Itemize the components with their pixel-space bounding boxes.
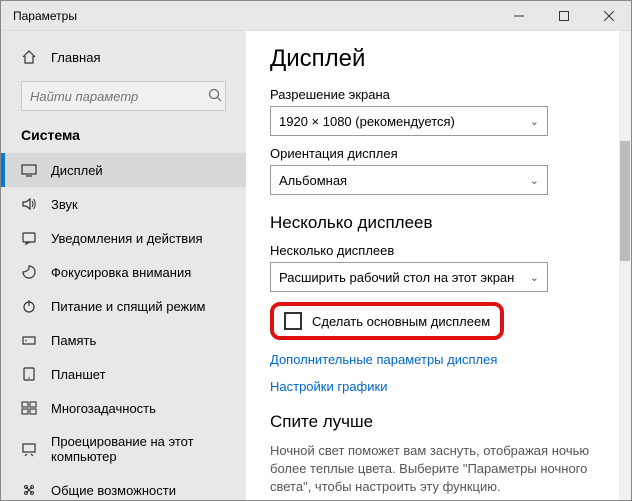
chevron-down-icon: ⌄: [530, 115, 539, 128]
search-box[interactable]: [21, 81, 226, 111]
window-title: Параметры: [1, 9, 496, 23]
nav-item-tablet[interactable]: Планшет: [1, 357, 246, 391]
make-primary-checkbox[interactable]: Сделать основным дисплеем: [274, 306, 500, 336]
orientation-dropdown[interactable]: Альбомная ⌄: [270, 165, 548, 195]
nav-label: Общие возможности: [51, 483, 176, 498]
titlebar: Параметры: [1, 1, 631, 31]
checkbox-icon: [284, 312, 302, 330]
graphics-settings-link[interactable]: Настройки графики: [270, 379, 607, 394]
sleep-heading: Спите лучше: [270, 412, 607, 432]
nav-label: Звук: [51, 197, 78, 212]
multitask-icon: [21, 400, 37, 416]
notifications-icon: [21, 230, 37, 246]
multi-heading: Несколько дисплеев: [270, 213, 607, 233]
nav-item-power[interactable]: Питание и спящий режим: [1, 289, 246, 323]
sleep-description: Ночной свет поможет вам заснуть, отображ…: [270, 442, 607, 497]
sidebar-heading: Система: [1, 125, 246, 153]
resolution-value: 1920 × 1080 (рекомендуется): [279, 114, 530, 129]
nav-item-display[interactable]: Дисплей: [1, 153, 246, 187]
nav-item-sound[interactable]: Звук: [1, 187, 246, 221]
projection-icon: [21, 441, 37, 457]
nav-label: Проецирование на этот компьютер: [51, 434, 226, 464]
nav-label: Питание и спящий режим: [51, 299, 205, 314]
chevron-down-icon: ⌄: [530, 174, 539, 187]
resolution-label: Разрешение экрана: [270, 87, 607, 102]
page-title: Дисплей: [270, 45, 607, 73]
minimize-button[interactable]: [496, 1, 541, 31]
make-primary-label: Сделать основным дисплеем: [312, 314, 490, 329]
nav-item-focus[interactable]: Фокусировка внимания: [1, 255, 246, 289]
display-icon: [21, 162, 37, 178]
search-input[interactable]: [30, 89, 208, 104]
highlight-box: Сделать основным дисплеем: [270, 302, 504, 340]
nav-label: Многозадачность: [51, 401, 156, 416]
multi-label: Несколько дисплеев: [270, 243, 607, 258]
nav-label: Уведомления и действия: [51, 231, 203, 246]
scrollbar-thumb[interactable]: [620, 141, 630, 261]
tablet-icon: [21, 366, 37, 382]
nav-item-multitask[interactable]: Многозадачность: [1, 391, 246, 425]
orientation-value: Альбомная: [279, 173, 530, 188]
main-panel: Дисплей Разрешение экрана 1920 × 1080 (р…: [246, 31, 631, 500]
search-icon: [208, 88, 222, 105]
power-icon: [21, 298, 37, 314]
advanced-display-link[interactable]: Дополнительные параметры дисплея: [270, 352, 607, 367]
sidebar: Главная Система Дисплей Звук Уведомления…: [1, 31, 246, 500]
nav-label: Дисплей: [51, 163, 103, 178]
multi-value: Расширить рабочий стол на этот экран: [279, 270, 530, 285]
nav-label: Память: [51, 333, 96, 348]
focus-icon: [21, 264, 37, 280]
nav-item-projection[interactable]: Проецирование на этот компьютер: [1, 425, 246, 473]
nav-item-shared[interactable]: Общие возможности: [1, 473, 246, 500]
close-button[interactable]: [586, 1, 631, 31]
shared-icon: [21, 482, 37, 498]
storage-icon: [21, 332, 37, 348]
home-link[interactable]: Главная: [1, 41, 246, 73]
sound-icon: [21, 196, 37, 212]
nav-label: Планшет: [51, 367, 106, 382]
scrollbar[interactable]: [619, 31, 631, 500]
resolution-dropdown[interactable]: 1920 × 1080 (рекомендуется) ⌄: [270, 106, 548, 136]
orientation-label: Ориентация дисплея: [270, 146, 607, 161]
nav-item-storage[interactable]: Память: [1, 323, 246, 357]
chevron-down-icon: ⌄: [530, 271, 539, 284]
nav-label: Фокусировка внимания: [51, 265, 191, 280]
nav-item-notifications[interactable]: Уведомления и действия: [1, 221, 246, 255]
multi-dropdown[interactable]: Расширить рабочий стол на этот экран ⌄: [270, 262, 548, 292]
home-icon: [21, 49, 37, 65]
home-label: Главная: [51, 50, 100, 65]
maximize-button[interactable]: [541, 1, 586, 31]
